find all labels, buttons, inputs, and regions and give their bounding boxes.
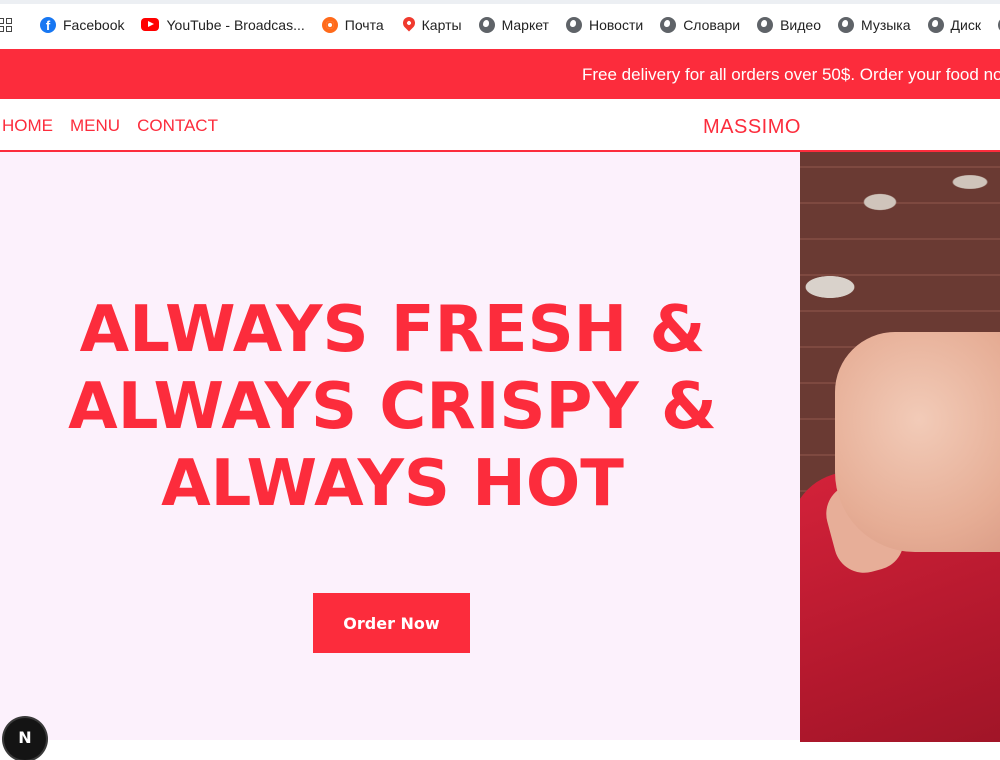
bookmark-mail[interactable]: Почта: [321, 11, 384, 39]
promo-banner: Free delivery for all orders over 50$. O…: [0, 49, 1000, 99]
bookmark-label: YouTube - Broadcas...: [166, 16, 305, 33]
hero-headline-line: ALWAYS FRESH &: [79, 293, 706, 367]
site-nav: HOME MENU CONTACT MASSIMO: [0, 99, 1000, 152]
hero-headline-line: ALWAYS CRISPY &: [68, 370, 717, 444]
mail-icon: [321, 16, 338, 33]
bookmark-label: Карты: [421, 16, 462, 33]
nav-link-contact[interactable]: CONTACT: [137, 116, 218, 136]
bookmark-market[interactable]: Маркет: [478, 11, 549, 39]
bookmark-label: Музыка: [861, 16, 911, 33]
bookmark-label: Почта: [344, 16, 384, 33]
bookmark-facebook[interactable]: f Facebook: [40, 11, 124, 39]
nextjs-dev-badge[interactable]: N: [4, 718, 46, 760]
bookmark-label: Facebook: [63, 16, 125, 33]
hero-headline: ALWAYS FRESH & ALWAYS CRISPY & ALWAYS HO…: [0, 292, 785, 523]
bookmark-news[interactable]: Новости: [565, 11, 644, 39]
bookmark-label: Диск: [950, 16, 981, 33]
apps-grid-icon[interactable]: [0, 17, 12, 32]
bookmark-label: Видео: [780, 16, 821, 33]
hero-headline-line: ALWAYS HOT: [161, 447, 624, 521]
globe-icon: [838, 16, 854, 33]
hero-photo: [800, 152, 1000, 742]
hero-section: ALWAYS FRESH & ALWAYS CRISPY & ALWAYS HO…: [0, 152, 800, 740]
bookmark-label: Новости: [588, 16, 644, 33]
globe-icon: [927, 16, 944, 33]
brand-logo[interactable]: MASSIMO: [703, 116, 801, 139]
nav-link-menu[interactable]: MENU: [70, 116, 120, 136]
nav-links: HOME MENU CONTACT: [2, 116, 218, 136]
bookmark-disk[interactable]: Диск: [927, 11, 981, 39]
bookmark-music[interactable]: Музыка: [838, 11, 911, 39]
youtube-icon: [141, 18, 160, 31]
globe-icon: [660, 16, 677, 33]
globe-icon: [565, 16, 582, 33]
map-pin-icon: [400, 14, 418, 32]
promo-text: Free delivery for all orders over 50$. O…: [582, 65, 1000, 84]
order-now-button[interactable]: Order Now: [313, 593, 470, 653]
bookmark-youtube[interactable]: YouTube - Broadcas...: [141, 11, 305, 39]
nav-link-home[interactable]: HOME: [2, 116, 53, 136]
globe-icon: [478, 16, 495, 33]
facebook-icon: f: [40, 16, 56, 33]
bookmarks-bar: f Facebook YouTube - Broadcas... Почта Ка…: [0, 0, 1000, 50]
bookmark-label: Маркет: [501, 16, 549, 33]
bookmark-video[interactable]: Видео: [757, 11, 821, 39]
photo-hand: [835, 332, 1000, 552]
globe-icon: [757, 16, 774, 33]
bookmark-label: Словари: [683, 16, 741, 33]
bookmark-maps[interactable]: Карты: [400, 11, 462, 39]
bookmark-dictionaries[interactable]: Словари: [660, 11, 740, 39]
